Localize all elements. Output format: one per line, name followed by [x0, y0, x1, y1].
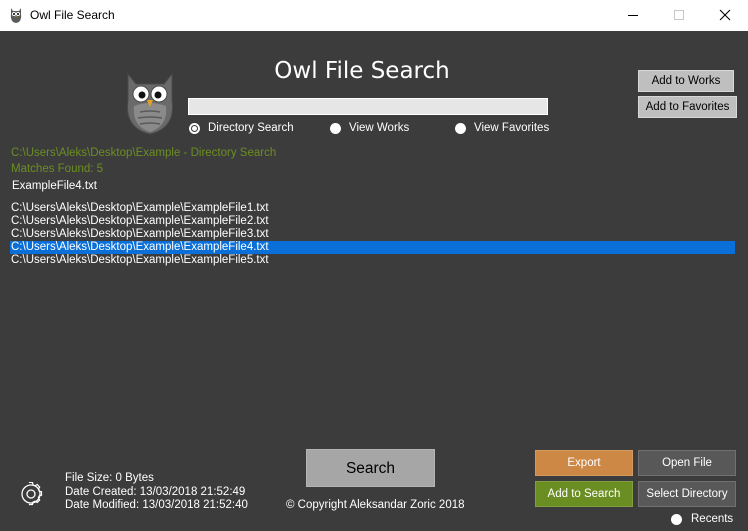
date-modified-label: Date Modified: 13/03/2018 21:52:40 [65, 499, 248, 511]
radio-button[interactable] [330, 122, 341, 134]
radio-view-works[interactable]: View Works [330, 122, 409, 134]
app-title: Owl File Search [274, 58, 450, 84]
recents-label: Recents [691, 513, 734, 525]
list-item[interactable]: C:\Users\Aleks\Desktop\Example\ExampleFi… [10, 228, 735, 241]
radio-button[interactable] [671, 513, 682, 525]
select-directory-button[interactable]: Select Directory [638, 481, 736, 507]
gear-icon[interactable] [19, 482, 43, 506]
list-item[interactable]: C:\Users\Aleks\Desktop\Example\ExampleFi… [10, 202, 735, 215]
list-item[interactable]: C:\Users\Aleks\Desktop\Example\ExampleFi… [10, 254, 735, 267]
export-button[interactable]: Export [535, 450, 633, 476]
copyright-text: © Copyright Aleksandar Zoric 2018 [286, 499, 465, 511]
window-title: Owl File Search [30, 8, 115, 22]
owl-icon [10, 8, 22, 23]
list-item[interactable]: C:\Users\Aleks\Desktop\Example\ExampleFi… [10, 215, 735, 228]
list-item[interactable]: C:\Users\Aleks\Desktop\Example\ExampleFi… [10, 241, 735, 254]
file-size-label: File Size: 0 Bytes [65, 472, 154, 484]
results-list[interactable]: C:\Users\Aleks\Desktop\Example\ExampleFi… [10, 202, 735, 267]
minimize-button[interactable] [610, 0, 656, 30]
radio-label: View Favorites [474, 122, 550, 134]
selected-file-name: ExampleFile4.txt [12, 180, 98, 192]
radio-button[interactable] [189, 122, 200, 134]
close-icon [719, 9, 731, 21]
radio-button[interactable] [455, 122, 466, 134]
search-input[interactable] [188, 98, 548, 115]
matches-found-label: Matches Found: 5 [11, 163, 104, 175]
search-path-label: C:\Users\Aleks\Desktop\Example - Directo… [11, 147, 277, 159]
recents-toggle[interactable]: Recents [671, 513, 733, 525]
radio-label: View Works [349, 122, 410, 134]
maximize-button[interactable] [656, 0, 702, 30]
add-to-works-button[interactable]: Add to Works [638, 70, 734, 92]
minimize-icon [628, 15, 638, 16]
owl-logo-icon [126, 72, 174, 135]
add-to-favorites-button[interactable]: Add to Favorites [638, 96, 737, 118]
add-to-search-button[interactable]: Add to Search [535, 481, 633, 507]
radio-view-favorites[interactable]: View Favorites [455, 122, 549, 134]
radio-directory-search[interactable]: Directory Search [189, 122, 294, 134]
close-button[interactable] [702, 0, 748, 30]
maximize-icon [674, 10, 684, 20]
open-file-button[interactable]: Open File [638, 450, 736, 476]
date-created-label: Date Created: 13/03/2018 21:52:49 [65, 486, 246, 498]
main-panel: Owl File Search Directory Search View Wo… [0, 31, 748, 531]
search-button[interactable]: Search [306, 449, 435, 487]
title-bar: Owl File Search [0, 0, 748, 31]
radio-label: Directory Search [208, 122, 294, 134]
